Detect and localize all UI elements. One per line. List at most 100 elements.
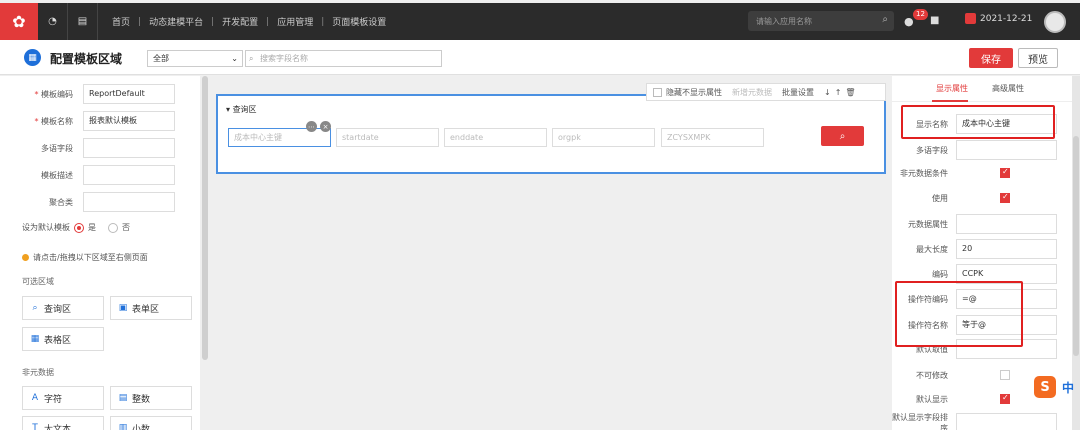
meta-attr-input[interactable] (956, 214, 1057, 234)
top-nav: ✿ ◔ ▤ 首页 | 动态建模平台 | 开发配置 | 应用管理 | 页面模板设置… (0, 3, 1080, 40)
prop-row-nonmeta-cond: 非元数据条件 (900, 168, 948, 178)
annotation-box (901, 105, 1055, 139)
template-name-input[interactable]: 报表默认模板 (83, 111, 175, 131)
search-icon[interactable]: ⌕ (882, 14, 888, 25)
form-row-template-name: * 模板名称 (0, 111, 77, 131)
nonmeta-tile-string[interactable]: A 字符 (22, 386, 104, 410)
left-scrollbar[interactable] (202, 76, 208, 360)
add-metadata-button[interactable]: 新增元数据 (732, 87, 772, 98)
area-tile-table[interactable]: ▦ 表格区 (22, 327, 104, 351)
radio-no[interactable] (108, 222, 118, 233)
nonmeta-tile-integer[interactable]: ▤ 整数 (110, 386, 192, 410)
nonmeta-cond-checkbox[interactable] (1000, 167, 1010, 178)
form-row-aggregate: 聚合类 (0, 192, 77, 212)
video-icon[interactable]: ■ (930, 15, 939, 26)
query-search-button[interactable]: ⌕ (821, 126, 864, 146)
area-tile-query[interactable]: ⌕ 查询区 (22, 296, 104, 320)
largetext-icon: T (32, 423, 38, 430)
date-display: 2021-12-21 (965, 13, 1032, 24)
tab-advanced-props[interactable]: 高级属性 (992, 83, 1024, 94)
breadcrumb-item[interactable]: 动态建模平台 (149, 15, 203, 28)
date-text: 2021-12-21 (980, 13, 1033, 24)
page-title: 配置模板区域 (50, 52, 123, 66)
category-select[interactable]: 全部 ⌄ (147, 50, 243, 67)
document-icon[interactable]: ▤ (68, 3, 98, 40)
decimal-icon: ▥ (118, 423, 128, 430)
arrow-down-icon[interactable]: ↓ (824, 88, 831, 97)
avatar[interactable] (1044, 11, 1066, 33)
query-zone[interactable]: ▾ 查询区 成本中心主键 ⋯ × startdate enddate orgpk… (216, 94, 886, 174)
query-field-enddate[interactable]: enddate (444, 128, 547, 147)
save-button[interactable]: 保存 (969, 48, 1013, 68)
tab-display-props[interactable]: 显示属性 (936, 83, 968, 94)
section-title-areas: 可选区域 (22, 277, 54, 286)
dashboard-icon[interactable]: ◔ (38, 3, 68, 40)
left-panel: * 模板编码 ReportDefault * 模板名称 报表默认模板 多语字段 … (0, 76, 200, 430)
field-search-input[interactable]: ⌕ 搜索字段名称 (245, 50, 442, 67)
field-label: * 模板编码 (34, 89, 73, 99)
prop-row-readonly: 不可修改 (916, 370, 948, 380)
field-label: 多语字段 (41, 143, 73, 153)
move-icon[interactable]: ⋯ (306, 121, 317, 132)
scrollbar-thumb[interactable] (1073, 136, 1079, 356)
hide-attrs-checkbox[interactable] (653, 87, 662, 97)
app-search-placeholder: 请输入应用名称 (756, 16, 812, 26)
nonmeta-tile-largetext[interactable]: T 大文本 (22, 416, 104, 430)
radio-no-label: 否 (122, 223, 130, 232)
ime-mode-indicator[interactable]: 中 (1062, 379, 1074, 396)
search-icon: ⌕ (32, 303, 38, 313)
aggregate-class-input[interactable] (83, 192, 175, 212)
page-header: ▦ 配置模板区域 全部 ⌄ ⌕ 搜索字段名称 保存 预览 (0, 40, 1080, 75)
breadcrumb-separator: | (266, 16, 270, 27)
collapse-icon[interactable]: ▾ (226, 105, 230, 114)
app-search-input[interactable]: 请输入应用名称 ⌕ (748, 11, 894, 31)
calendar-icon (965, 13, 976, 24)
message-icon[interactable]: ● (904, 15, 914, 28)
max-length-input[interactable]: 20 (956, 239, 1057, 259)
table-icon: ▦ (30, 334, 40, 344)
prop-row-multilang: 多语字段 (916, 145, 948, 155)
preview-button[interactable]: 预览 (1018, 48, 1058, 68)
default-template-row: 设为默认模板 是 否 (22, 222, 130, 233)
query-field-startdate[interactable]: startdate (336, 128, 439, 147)
ime-logo-icon[interactable]: S (1034, 376, 1056, 398)
query-field-zcysxmpk[interactable]: ZCYSXMPK (661, 128, 764, 147)
use-checkbox[interactable] (1000, 192, 1010, 203)
hide-attrs-label: 隐藏不显示属性 (666, 87, 722, 97)
breadcrumb-item[interactable]: 首页 (112, 15, 130, 28)
default-show-checkbox[interactable] (1000, 393, 1010, 404)
form-row-template-code: * 模板编码 (0, 84, 77, 104)
default-sort-input[interactable] (956, 413, 1057, 430)
query-field-orgpk[interactable]: orgpk (552, 128, 655, 147)
description-input[interactable] (83, 165, 175, 185)
prop-multilang-input[interactable] (956, 140, 1057, 160)
app-logo-icon[interactable]: ✿ (0, 3, 38, 40)
arrow-up-icon[interactable]: ↑ (835, 88, 842, 97)
section-title-nonmeta: 非元数据 (22, 368, 54, 377)
batch-settings-button[interactable]: 批量设置 (782, 87, 814, 98)
template-icon: ▦ (24, 49, 41, 66)
trash-icon[interactable]: 🗑 (845, 88, 855, 97)
radio-yes[interactable] (74, 222, 84, 233)
breadcrumb: 首页 | 动态建模平台 | 开发配置 | 应用管理 | 页面模板设置 (98, 3, 386, 40)
close-icon[interactable]: × (320, 121, 331, 132)
readonly-checkbox[interactable] (1000, 370, 1010, 380)
info-icon (22, 254, 29, 261)
active-tab-indicator (932, 100, 968, 102)
multilang-input[interactable] (83, 138, 175, 158)
breadcrumb-item[interactable]: 应用管理 (277, 15, 313, 28)
breadcrumb-item[interactable]: 开发配置 (222, 15, 258, 28)
nonmeta-tile-decimal[interactable]: ▥ 小数 (110, 416, 192, 430)
annotation-box (895, 281, 1023, 347)
breadcrumb-separator: | (138, 16, 142, 27)
right-scrollbar[interactable] (1072, 76, 1080, 430)
template-code-input[interactable]: ReportDefault (83, 84, 175, 104)
breadcrumb-separator: | (321, 16, 325, 27)
breadcrumb-item[interactable]: 页面模板设置 (332, 15, 386, 28)
text-icon: A (31, 393, 39, 403)
area-tile-form[interactable]: ▣ 表单区 (110, 296, 192, 320)
query-zone-title: ▾ 查询区 (226, 105, 257, 114)
radio-yes-label: 是 (88, 223, 96, 232)
query-field-cost-center[interactable]: 成本中心主键 (228, 128, 331, 147)
canvas-toolbar: 隐藏不显示属性 新增元数据 批量设置 ↓ ↑ 🗑 (646, 83, 886, 101)
